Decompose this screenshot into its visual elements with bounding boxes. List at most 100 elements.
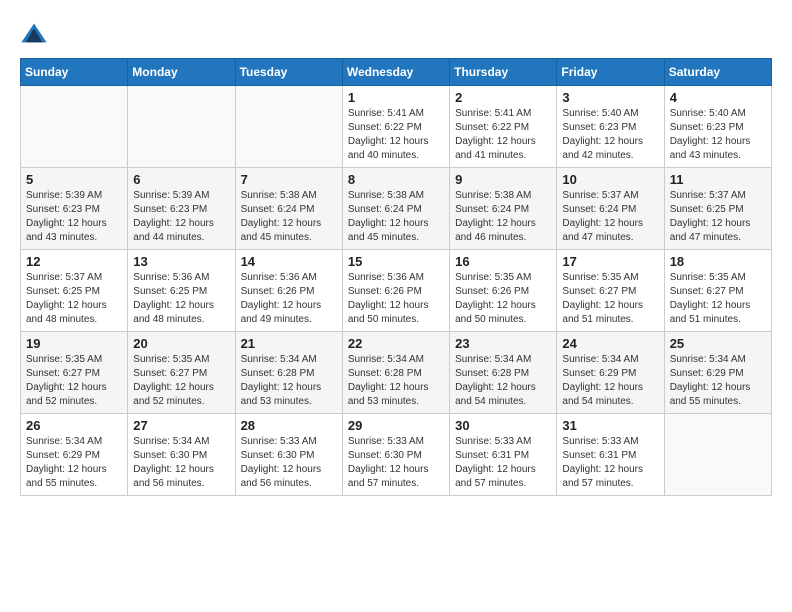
- day-info: Sunrise: 5:39 AMSunset: 6:23 PMDaylight:…: [26, 189, 122, 245]
- logo: [20, 20, 50, 48]
- day-info: Sunrise: 5:35 AMSunset: 6:27 PMDaylight:…: [133, 353, 229, 409]
- week-row-4: 19 Sunrise: 5:35 AMSunset: 6:27 PMDayligh…: [21, 332, 772, 414]
- day-info: Sunrise: 5:38 AMSunset: 6:24 PMDaylight:…: [455, 189, 551, 245]
- calendar-cell: 6 Sunrise: 5:39 AMSunset: 6:23 PMDaylight…: [128, 168, 235, 250]
- day-number: 20: [133, 336, 229, 351]
- calendar-cell: 1 Sunrise: 5:41 AMSunset: 6:22 PMDaylight…: [342, 86, 449, 168]
- day-number: 5: [26, 172, 122, 187]
- calendar-cell: [21, 86, 128, 168]
- weekday-header-sunday: Sunday: [21, 59, 128, 86]
- calendar-cell: 20 Sunrise: 5:35 AMSunset: 6:27 PMDayligh…: [128, 332, 235, 414]
- calendar-cell: 10 Sunrise: 5:37 AMSunset: 6:24 PMDayligh…: [557, 168, 664, 250]
- week-row-1: 1 Sunrise: 5:41 AMSunset: 6:22 PMDaylight…: [21, 86, 772, 168]
- calendar-cell: [128, 86, 235, 168]
- calendar-cell: 2 Sunrise: 5:41 AMSunset: 6:22 PMDaylight…: [450, 86, 557, 168]
- day-number: 9: [455, 172, 551, 187]
- weekday-header-monday: Monday: [128, 59, 235, 86]
- weekday-header-friday: Friday: [557, 59, 664, 86]
- day-info: Sunrise: 5:34 AMSunset: 6:28 PMDaylight:…: [348, 353, 444, 409]
- calendar-cell: 4Sunrise: 5:40 AMSunset: 6:23 PMDaylight…: [664, 86, 771, 168]
- calendar-cell: 15 Sunrise: 5:36 AMSunset: 6:26 PMDayligh…: [342, 250, 449, 332]
- day-number: 28: [241, 418, 337, 433]
- day-info: Sunrise: 5:33 AMSunset: 6:30 PMDaylight:…: [348, 435, 444, 491]
- calendar-cell: 8 Sunrise: 5:38 AMSunset: 6:24 PMDaylight…: [342, 168, 449, 250]
- calendar-cell: 24Sunrise: 5:34 AMSunset: 6:29 PMDayligh…: [557, 332, 664, 414]
- calendar-cell: 13 Sunrise: 5:36 AMSunset: 6:25 PMDayligh…: [128, 250, 235, 332]
- calendar-cell: 12 Sunrise: 5:37 AMSunset: 6:25 PMDayligh…: [21, 250, 128, 332]
- day-number: 14: [241, 254, 337, 269]
- calendar-cell: 16Sunrise: 5:35 AMSunset: 6:26 PMDayligh…: [450, 250, 557, 332]
- day-info: Sunrise: 5:40 AMSunset: 6:23 PMDaylight:…: [562, 107, 658, 163]
- day-number: 22: [348, 336, 444, 351]
- day-number: 15: [348, 254, 444, 269]
- day-number: 25: [670, 336, 766, 351]
- page-header: [20, 20, 772, 48]
- calendar-cell: 28 Sunrise: 5:33 AMSunset: 6:30 PMDayligh…: [235, 414, 342, 496]
- day-info: Sunrise: 5:33 AMSunset: 6:31 PMDaylight:…: [455, 435, 551, 491]
- week-row-3: 12 Sunrise: 5:37 AMSunset: 6:25 PMDayligh…: [21, 250, 772, 332]
- day-number: 18: [670, 254, 766, 269]
- weekday-header-wednesday: Wednesday: [342, 59, 449, 86]
- day-info: Sunrise: 5:33 AMSunset: 6:31 PMDaylight:…: [562, 435, 658, 491]
- day-info: Sunrise: 5:33 AMSunset: 6:30 PMDaylight:…: [241, 435, 337, 491]
- calendar-cell: [235, 86, 342, 168]
- day-number: 12: [26, 254, 122, 269]
- calendar-cell: 11 Sunrise: 5:37 AMSunset: 6:25 PMDayligh…: [664, 168, 771, 250]
- day-info: Sunrise: 5:36 AMSunset: 6:26 PMDaylight:…: [241, 271, 337, 327]
- day-number: 7: [241, 172, 337, 187]
- calendar-cell: 26Sunrise: 5:34 AMSunset: 6:29 PMDayligh…: [21, 414, 128, 496]
- day-number: 10: [562, 172, 658, 187]
- day-number: 13: [133, 254, 229, 269]
- day-number: 3: [562, 90, 658, 105]
- day-info: Sunrise: 5:37 AMSunset: 6:24 PMDaylight:…: [562, 189, 658, 245]
- calendar-cell: 9 Sunrise: 5:38 AMSunset: 6:24 PMDaylight…: [450, 168, 557, 250]
- calendar-cell: 22 Sunrise: 5:34 AMSunset: 6:28 PMDayligh…: [342, 332, 449, 414]
- day-number: 31: [562, 418, 658, 433]
- calendar-cell: 30Sunrise: 5:33 AMSunset: 6:31 PMDayligh…: [450, 414, 557, 496]
- day-number: 6: [133, 172, 229, 187]
- calendar-cell: 17Sunrise: 5:35 AMSunset: 6:27 PMDayligh…: [557, 250, 664, 332]
- day-info: Sunrise: 5:34 AMSunset: 6:29 PMDaylight:…: [670, 353, 766, 409]
- calendar-table: SundayMondayTuesdayWednesdayThursdayFrid…: [20, 58, 772, 496]
- day-number: 2: [455, 90, 551, 105]
- calendar-cell: 23 Sunrise: 5:34 AMSunset: 6:28 PMDayligh…: [450, 332, 557, 414]
- weekday-header-row: SundayMondayTuesdayWednesdayThursdayFrid…: [21, 59, 772, 86]
- day-info: Sunrise: 5:37 AMSunset: 6:25 PMDaylight:…: [26, 271, 122, 327]
- day-info: Sunrise: 5:34 AMSunset: 6:29 PMDaylight:…: [26, 435, 122, 491]
- calendar-cell: 29 Sunrise: 5:33 AMSunset: 6:30 PMDayligh…: [342, 414, 449, 496]
- day-info: Sunrise: 5:40 AMSunset: 6:23 PMDaylight:…: [670, 107, 766, 163]
- calendar-cell: 21 Sunrise: 5:34 AMSunset: 6:28 PMDayligh…: [235, 332, 342, 414]
- calendar-cell: 31 Sunrise: 5:33 AMSunset: 6:31 PMDayligh…: [557, 414, 664, 496]
- day-info: Sunrise: 5:35 AMSunset: 6:27 PMDaylight:…: [562, 271, 658, 327]
- day-number: 16: [455, 254, 551, 269]
- weekday-header-thursday: Thursday: [450, 59, 557, 86]
- day-number: 21: [241, 336, 337, 351]
- day-info: Sunrise: 5:34 AMSunset: 6:30 PMDaylight:…: [133, 435, 229, 491]
- day-number: 23: [455, 336, 551, 351]
- day-info: Sunrise: 5:37 AMSunset: 6:25 PMDaylight:…: [670, 189, 766, 245]
- day-info: Sunrise: 5:35 AMSunset: 6:27 PMDaylight:…: [26, 353, 122, 409]
- day-number: 29: [348, 418, 444, 433]
- calendar-cell: 7 Sunrise: 5:38 AMSunset: 6:24 PMDaylight…: [235, 168, 342, 250]
- day-number: 27: [133, 418, 229, 433]
- day-number: 19: [26, 336, 122, 351]
- day-number: 8: [348, 172, 444, 187]
- logo-icon: [20, 20, 48, 48]
- calendar-cell: 27 Sunrise: 5:34 AMSunset: 6:30 PMDayligh…: [128, 414, 235, 496]
- day-number: 1: [348, 90, 444, 105]
- day-info: Sunrise: 5:34 AMSunset: 6:28 PMDaylight:…: [455, 353, 551, 409]
- day-info: Sunrise: 5:38 AMSunset: 6:24 PMDaylight:…: [241, 189, 337, 245]
- calendar-cell: 3 Sunrise: 5:40 AMSunset: 6:23 PMDaylight…: [557, 86, 664, 168]
- day-info: Sunrise: 5:34 AMSunset: 6:29 PMDaylight:…: [562, 353, 658, 409]
- day-info: Sunrise: 5:36 AMSunset: 6:26 PMDaylight:…: [348, 271, 444, 327]
- week-row-5: 26Sunrise: 5:34 AMSunset: 6:29 PMDayligh…: [21, 414, 772, 496]
- day-info: Sunrise: 5:41 AMSunset: 6:22 PMDaylight:…: [348, 107, 444, 163]
- day-info: Sunrise: 5:36 AMSunset: 6:25 PMDaylight:…: [133, 271, 229, 327]
- week-row-2: 5 Sunrise: 5:39 AMSunset: 6:23 PMDaylight…: [21, 168, 772, 250]
- calendar-cell: 14 Sunrise: 5:36 AMSunset: 6:26 PMDayligh…: [235, 250, 342, 332]
- day-info: Sunrise: 5:41 AMSunset: 6:22 PMDaylight:…: [455, 107, 551, 163]
- day-info: Sunrise: 5:34 AMSunset: 6:28 PMDaylight:…: [241, 353, 337, 409]
- day-info: Sunrise: 5:39 AMSunset: 6:23 PMDaylight:…: [133, 189, 229, 245]
- day-info: Sunrise: 5:38 AMSunset: 6:24 PMDaylight:…: [348, 189, 444, 245]
- day-number: 11: [670, 172, 766, 187]
